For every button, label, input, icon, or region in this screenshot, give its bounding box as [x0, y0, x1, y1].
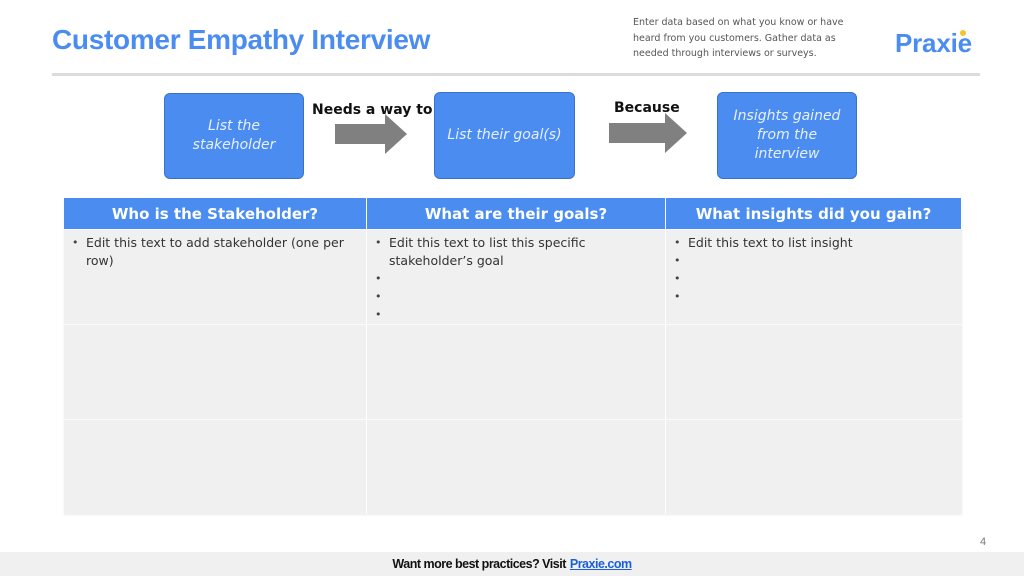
flow-box-stakeholder: List the stakeholder [164, 93, 304, 179]
bullet-list: Edit this text to add stakeholder (one p… [72, 234, 358, 270]
flow-box-label: Insights gained from the interview [733, 108, 841, 162]
table-cell[interactable] [367, 324, 666, 419]
footer-banner: Want more best practices? Visit Praxie.c… [0, 552, 1024, 576]
instructions-text: Enter data based on what you know or hav… [633, 17, 844, 59]
table-cell[interactable]: Edit this text to add stakeholder (one p… [64, 229, 367, 324]
column-header-insights: What insights did you gain? [666, 198, 962, 229]
bullet-item[interactable] [674, 270, 954, 288]
flow-box-label: List the stakeholder [192, 118, 276, 153]
bullet-item[interactable]: Edit this text to list this specific sta… [375, 234, 657, 270]
table-cell[interactable] [64, 419, 367, 514]
table-cell[interactable] [367, 419, 666, 514]
flow-box-insights: Insights gained from the interview [717, 92, 857, 179]
bullet-item[interactable] [674, 252, 954, 270]
bullet-item[interactable]: Edit this text to list insight [674, 234, 954, 252]
empathy-table: Who is the Stakeholder? What are their g… [64, 198, 962, 514]
right-arrow-icon [335, 114, 407, 154]
logo-dot-icon [960, 30, 966, 36]
bullet-item[interactable] [375, 288, 657, 306]
page-number: 4 [980, 536, 987, 548]
column-header-stakeholder: Who is the Stakeholder? [64, 198, 367, 229]
header-divider [52, 73, 980, 76]
right-arrow-icon [609, 113, 687, 153]
footer-text: Want more best practices? Visit [392, 557, 566, 571]
flow-box-goals: List their goal(s) [434, 92, 575, 179]
table-cell[interactable] [666, 419, 962, 514]
table-cell[interactable]: Edit this text to list this specific sta… [367, 229, 666, 324]
bullet-item[interactable] [674, 288, 954, 306]
flow-box-label: List their goal(s) [447, 127, 562, 143]
bullet-item[interactable] [375, 270, 657, 288]
bullet-list: Edit this text to list insight [674, 234, 954, 306]
table-cell[interactable]: Edit this text to list insight [666, 229, 962, 324]
praxie-link[interactable]: Praxie.com [570, 557, 632, 571]
bullet-item[interactable]: Edit this text to add stakeholder (one p… [72, 234, 358, 270]
bullet-item[interactable] [375, 306, 657, 324]
page-title: Customer Empathy Interview [52, 24, 431, 55]
column-header-goals: What are their goals? [367, 198, 666, 229]
bullet-list: Edit this text to list this specific sta… [375, 234, 657, 324]
table-cell[interactable] [64, 324, 367, 419]
table-cell[interactable] [666, 324, 962, 419]
